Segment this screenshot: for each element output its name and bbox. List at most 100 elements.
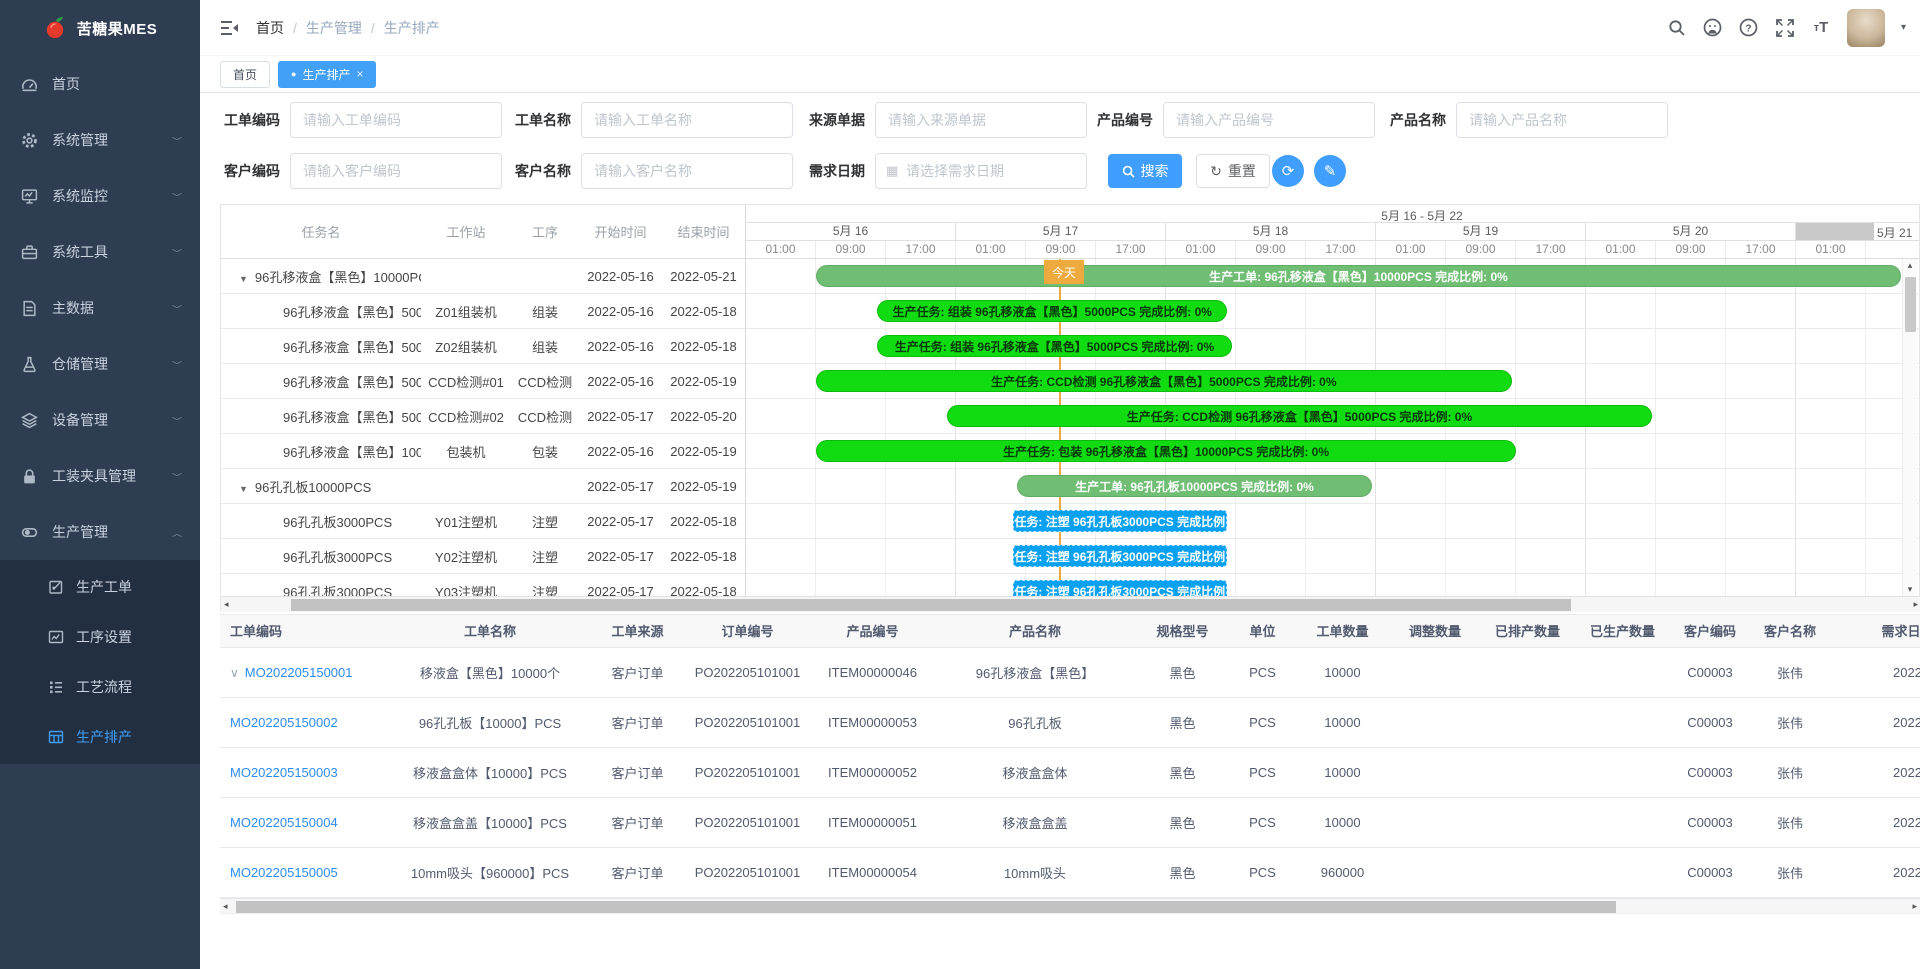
sidebar-item-master-data[interactable]: 主数据﹀ (0, 280, 200, 336)
tree-expand-icon[interactable]: ▼ (239, 274, 248, 284)
work-order-link[interactable]: MO202205150004 (230, 815, 338, 830)
demand-date-input[interactable] (875, 153, 1087, 189)
spec-cell: 黑色 (1135, 697, 1230, 747)
work-order-code-input[interactable] (290, 102, 502, 138)
table-row[interactable]: MO202205150004移液盒盒盖【10000】PCS客户订单PO20220… (220, 797, 1920, 847)
field-label: 产品编号 (1097, 110, 1153, 130)
table-hscroll-thumb[interactable] (236, 901, 1616, 913)
tab-首页[interactable]: 首页 (220, 61, 270, 88)
scroll-left-icon[interactable]: ◂ (223, 902, 228, 911)
timeline-day-label: 5月 16 (746, 223, 956, 240)
search-button[interactable]: 搜索 (1108, 154, 1182, 188)
gantt-task-row[interactable]: 96孔移液盒【黑色】10000PCS包装机包装2022-05-162022-05… (221, 434, 745, 469)
work-order-link[interactable]: MO202205150003 (230, 765, 338, 780)
gantt-order-bar[interactable]: 生产工单: 96孔移液盒【黑色】10000PCS 完成比例: 0% (816, 265, 1901, 287)
gantt-task-row[interactable]: 96孔孔板3000PCSY03注塑机注塑2022-05-172022-05-18 (221, 574, 745, 596)
task-name-cell: ▼96孔移液盒【黑色】10000PCS (221, 267, 421, 286)
row-expand-caret-icon[interactable]: ∨ (230, 666, 239, 680)
gantt-task-row[interactable]: 96孔孔板3000PCSY02注塑机注塑2022-05-172022-05-18 (221, 539, 745, 574)
sidebar-item-production-management[interactable]: 生产管理︿ (0, 504, 200, 560)
gantt-task-bar[interactable]: 生产任务: CCD检测 96孔移液盒【黑色】5000PCS 完成比例: 0% (816, 370, 1512, 392)
product-name-input[interactable] (1456, 102, 1668, 138)
customer-code-cell: C00003 (1670, 797, 1750, 847)
unit-cell: PCS (1230, 797, 1295, 847)
table-row[interactable]: ∨MO202205150001移液盒【黑色】10000个客户订单PO202205… (220, 647, 1920, 697)
edit-button[interactable]: ✎ (1314, 155, 1346, 187)
timeline-scroll-block[interactable] (1796, 223, 1874, 240)
source-document-input[interactable] (875, 102, 1087, 138)
gantt-hscroll-thumb[interactable] (291, 599, 1571, 611)
work-order-code-cell: ∨ MO202205150001 (220, 647, 390, 697)
gantt-task-bar[interactable]: 生产任务: CCD检测 96孔移液盒【黑色】5000PCS 完成比例: 0% (947, 405, 1651, 427)
fullscreen-icon[interactable] (1775, 18, 1795, 38)
scheduled-qty-cell (1480, 847, 1575, 897)
table-row[interactable]: MO202205150003移液盒盒体【10000】PCS客户订单PO20220… (220, 747, 1920, 797)
sidebar-item-production-order[interactable]: 生产工单 (0, 562, 200, 612)
column-header: 已生产数量 (1575, 615, 1670, 647)
sidebar-item-process-flow[interactable]: 工艺流程 (0, 662, 200, 712)
work-order-link[interactable]: MO202205150005 (230, 865, 338, 880)
search-icon[interactable] (1667, 18, 1687, 38)
gantt-task-row[interactable]: 96孔移液盒【黑色】5000PCSCCD检测#01CCD检测2022-05-16… (221, 364, 745, 399)
scroll-right-icon[interactable]: ▸ (1912, 902, 1917, 911)
gantt-task-bar[interactable]: 生产任务: 包装 96孔移液盒【黑色】10000PCS 完成比例: 0% (816, 440, 1516, 462)
table-row[interactable]: MO20220515000510mm吸头【960000】PCS客户订单PO202… (220, 847, 1920, 897)
gantt-task-bar[interactable]: 生产任务: 组装 96孔移液盒【黑色】5000PCS 完成比例: 0% (877, 335, 1231, 357)
breadcrumb-separator: / (293, 20, 297, 36)
sidebar-item-warehouse-management[interactable]: 仓储管理﹀ (0, 336, 200, 392)
sidebar-item-system-management[interactable]: 系统管理﹀ (0, 112, 200, 168)
sidebar-item-system-monitor[interactable]: 系统监控﹀ (0, 168, 200, 224)
table-horizontal-scrollbar[interactable]: ◂ ▸ (220, 898, 1920, 914)
gantt-task-row[interactable]: 96孔孔板3000PCSY01注塑机注塑2022-05-172022-05-18 (221, 504, 745, 539)
process-cell: 注塑 (511, 547, 579, 566)
gantt-task-bar[interactable]: 生产任务: 组装 96孔移液盒【黑色】5000PCS 完成比例: 0% (877, 300, 1227, 322)
gantt-vscroll-thumb[interactable] (1905, 277, 1916, 332)
tab-生产排产[interactable]: ●生产排产× (278, 61, 376, 88)
timeline-task-row: 生产任务: 注塑 96孔孔板3000PCS 完成比例: 0% (746, 574, 1920, 596)
gantt-order-bar[interactable]: 生产工单: 96孔孔板10000PCS 完成比例: 0% (1017, 475, 1371, 497)
tree-expand-icon[interactable]: ▼ (239, 484, 248, 494)
hamburger-collapse-icon[interactable] (220, 18, 240, 38)
table-row[interactable]: MO20220515000296孔孔板【10000】PCS客户订单PO20220… (220, 697, 1920, 747)
breadcrumb-item[interactable]: 生产排产 (384, 18, 440, 38)
gantt-task-row[interactable]: 96孔移液盒【黑色】5000PCSZ02组装机组装2022-05-162022-… (221, 329, 745, 364)
sidebar-item-production-scheduling[interactable]: 生产排产 (0, 712, 200, 762)
work-order-name-input[interactable] (581, 102, 793, 138)
sidebar-item-system-tools[interactable]: 系统工具﹀ (0, 224, 200, 280)
column-header: 需求日期 (1830, 615, 1920, 647)
gantt-task-bar[interactable]: 生产任务: 注塑 96孔孔板3000PCS 完成比例: 0% (1013, 580, 1227, 596)
sidebar-item-fixture-management[interactable]: 工装夹具管理﹀ (0, 448, 200, 504)
customer-name-input[interactable] (581, 153, 793, 189)
work-order-link[interactable]: MO202205150001 (245, 665, 353, 680)
work-order-link[interactable]: MO202205150002 (230, 715, 338, 730)
font-size-icon[interactable]: тT (1811, 18, 1831, 38)
reset-button[interactable]: ↻重置 (1196, 154, 1270, 188)
gantt-task-bar[interactable]: 生产任务: 注塑 96孔孔板3000PCS 完成比例: 0% (1013, 545, 1227, 567)
timeline-hour-label: 01:00 (1166, 241, 1236, 258)
gantt-task-row[interactable]: 96孔移液盒【黑色】5000PCSCCD检测#02CCD检测2022-05-17… (221, 399, 745, 434)
chevron-down-icon: ﹀ (172, 246, 182, 258)
gantt-task-row[interactable]: ▼96孔孔板10000PCS2022-05-172022-05-19 (221, 469, 745, 504)
product-code-input[interactable] (1163, 102, 1375, 138)
sidebar-item-equipment-management[interactable]: 设备管理﹀ (0, 392, 200, 448)
github-icon[interactable] (1703, 18, 1723, 38)
avatar-caret-icon[interactable]: ▾ (1901, 22, 1906, 33)
breadcrumb-item[interactable]: 生产管理 (306, 18, 362, 38)
avatar[interactable] (1847, 9, 1885, 47)
gantt-vertical-scrollbar[interactable]: ▴ ▾ (1902, 259, 1917, 596)
help-icon[interactable]: ? (1739, 18, 1759, 38)
gantt-task-row[interactable]: ▼96孔移液盒【黑色】10000PCS2022-05-162022-05-21 (221, 259, 745, 294)
sync-button[interactable]: ⟳ (1272, 155, 1304, 187)
tab-close-icon[interactable]: × (356, 67, 363, 81)
sidebar-item-process-settings[interactable]: 工序设置 (0, 612, 200, 662)
sidebar-item-home[interactable]: 首页 (0, 56, 200, 112)
gantt-task-row[interactable]: 96孔移液盒【黑色】5000PCSZ01组装机组装2022-05-162022-… (221, 294, 745, 329)
scroll-right-icon[interactable]: ▸ (1913, 600, 1918, 609)
customer-code-input[interactable] (290, 153, 502, 189)
scroll-left-icon[interactable]: ◂ (224, 600, 229, 609)
sidebar-item-label: 首页 (52, 74, 80, 94)
scroll-up-icon[interactable]: ▴ (1908, 261, 1913, 270)
gantt-task-bar[interactable]: 生产任务: 注塑 96孔孔板3000PCS 完成比例: 0% (1013, 510, 1227, 532)
gantt-horizontal-scrollbar[interactable]: ◂ ▸ (221, 596, 1920, 612)
scroll-down-icon[interactable]: ▾ (1908, 585, 1913, 594)
